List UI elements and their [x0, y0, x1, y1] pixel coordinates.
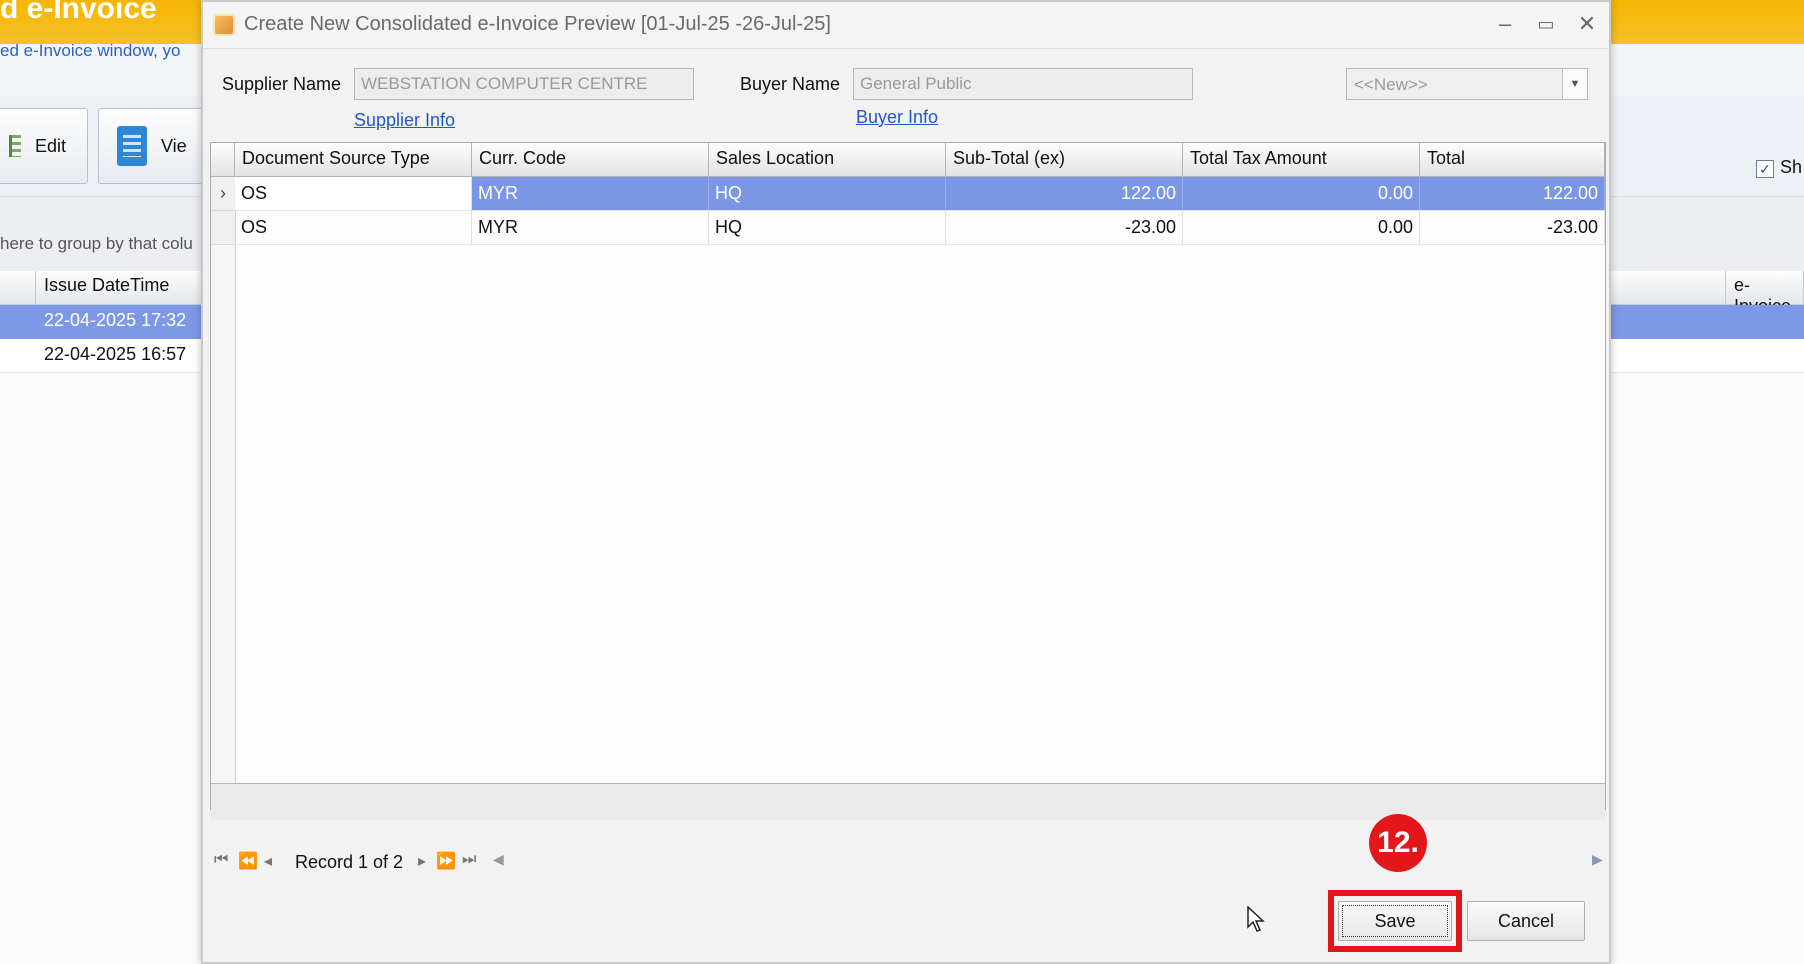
- cell-sub-total[interactable]: -23.00: [946, 211, 1183, 245]
- cell-sales-location[interactable]: HQ: [709, 211, 946, 245]
- dialog-title: Create New Consolidated e-Invoice Previe…: [244, 13, 831, 35]
- supplier-info-link[interactable]: Supplier Info: [354, 110, 455, 131]
- cell-sub-total[interactable]: 122.00: [946, 177, 1183, 211]
- column-header-einvoice[interactable]: e-Invoice: [1726, 271, 1804, 316]
- help-link[interactable]: ed e-Invoice window, yo: [0, 41, 181, 61]
- cell-curr-code[interactable]: MYR: [472, 177, 709, 211]
- document-grid: Document Source Type Curr. Code Sales Lo…: [210, 142, 1606, 820]
- column-header-document-source-type[interactable]: Document Source Type: [235, 143, 472, 177]
- row-indicator-column: [211, 177, 236, 803]
- chevron-down-icon[interactable]: ▼: [1562, 69, 1587, 99]
- edit-button[interactable]: Edit: [0, 108, 88, 184]
- show-checkbox[interactable]: ✓: [1756, 160, 1774, 178]
- row-indicator[interactable]: [211, 211, 235, 245]
- buyer-name-field[interactable]: General Public: [853, 68, 1193, 100]
- column-header-total-tax-amount[interactable]: Total Tax Amount: [1183, 143, 1420, 177]
- buyer-name-label: Buyer Name: [740, 74, 841, 94]
- mouse-cursor-icon: [1247, 906, 1265, 932]
- edit-icon: [9, 135, 21, 157]
- highlight-box: [1328, 890, 1462, 952]
- close-icon[interactable]: ✕: [1572, 10, 1602, 38]
- row-indicator-header: [211, 143, 235, 177]
- next-record-icon[interactable]: ▸: [418, 851, 426, 871]
- supplier-name-field[interactable]: WEBSTATION COMPUTER CENTRE: [354, 68, 694, 100]
- document-view-icon: [117, 126, 147, 166]
- app-title: d e-Invoice: [0, 0, 157, 25]
- column-header-sub-total[interactable]: Sub-Total (ex): [946, 143, 1183, 177]
- scroll-right-icon[interactable]: ▶: [1592, 851, 1603, 868]
- consolidated-einvoice-dialog: Create New Consolidated e-Invoice Previe…: [201, 0, 1611, 964]
- column-header-issue-datetime[interactable]: Issue DateTime: [36, 271, 206, 305]
- cell-curr-code[interactable]: MYR: [472, 211, 709, 245]
- issue-datetime-cell: 22-04-2025 17:32: [44, 310, 187, 330]
- step-badge: 12.: [1369, 814, 1427, 872]
- previous-record-icon[interactable]: ◂: [264, 851, 272, 871]
- cell-document-source-type[interactable]: OS: [235, 211, 472, 245]
- minimize-icon[interactable]: –: [1490, 10, 1520, 38]
- record-counter: Record 1 of 2: [295, 852, 404, 872]
- buyer-info-link[interactable]: Buyer Info: [856, 107, 938, 128]
- app-icon: [213, 14, 235, 36]
- column-header-total[interactable]: Total: [1420, 143, 1605, 177]
- dialog-titlebar[interactable]: Create New Consolidated e-Invoice Previe…: [203, 2, 1609, 49]
- scroll-left-icon[interactable]: ◀: [493, 851, 504, 868]
- cell-document-source-type[interactable]: OS: [235, 177, 472, 211]
- show-checkbox-label: Sh: [1780, 157, 1803, 177]
- cell-total-tax-amount[interactable]: 0.00: [1183, 177, 1420, 211]
- cell-total[interactable]: 122.00: [1420, 177, 1605, 211]
- view-button[interactable]: Vie: [98, 108, 208, 184]
- cancel-button[interactable]: Cancel: [1467, 901, 1585, 941]
- edit-button-label: Edit: [35, 135, 67, 156]
- buyer-select-value: <<New>>: [1354, 75, 1428, 94]
- previous-page-icon[interactable]: ⏪: [238, 851, 258, 871]
- current-row-indicator-icon[interactable]: ›: [211, 177, 235, 211]
- issue-datetime-cell: 22-04-2025 16:57: [44, 344, 187, 364]
- view-button-label: Vie: [161, 135, 187, 156]
- cell-total-tax-amount[interactable]: 0.00: [1183, 211, 1420, 245]
- cell-total[interactable]: -23.00: [1420, 211, 1605, 245]
- next-page-icon[interactable]: ⏩: [436, 851, 456, 871]
- column-header-indicator: [0, 271, 36, 305]
- maximize-icon[interactable]: ▭: [1531, 10, 1561, 38]
- first-record-icon[interactable]: ⏮: [214, 851, 228, 869]
- last-record-icon[interactable]: ⏭: [462, 851, 476, 869]
- column-header-curr-code[interactable]: Curr. Code: [472, 143, 709, 177]
- column-header-sales-location[interactable]: Sales Location: [709, 143, 946, 177]
- group-by-hint: here to group by that colu: [0, 234, 193, 253]
- buyer-select[interactable]: <<New>> ▼: [1346, 68, 1588, 100]
- cell-sales-location[interactable]: HQ: [709, 177, 946, 211]
- supplier-name-label: Supplier Name: [222, 74, 342, 94]
